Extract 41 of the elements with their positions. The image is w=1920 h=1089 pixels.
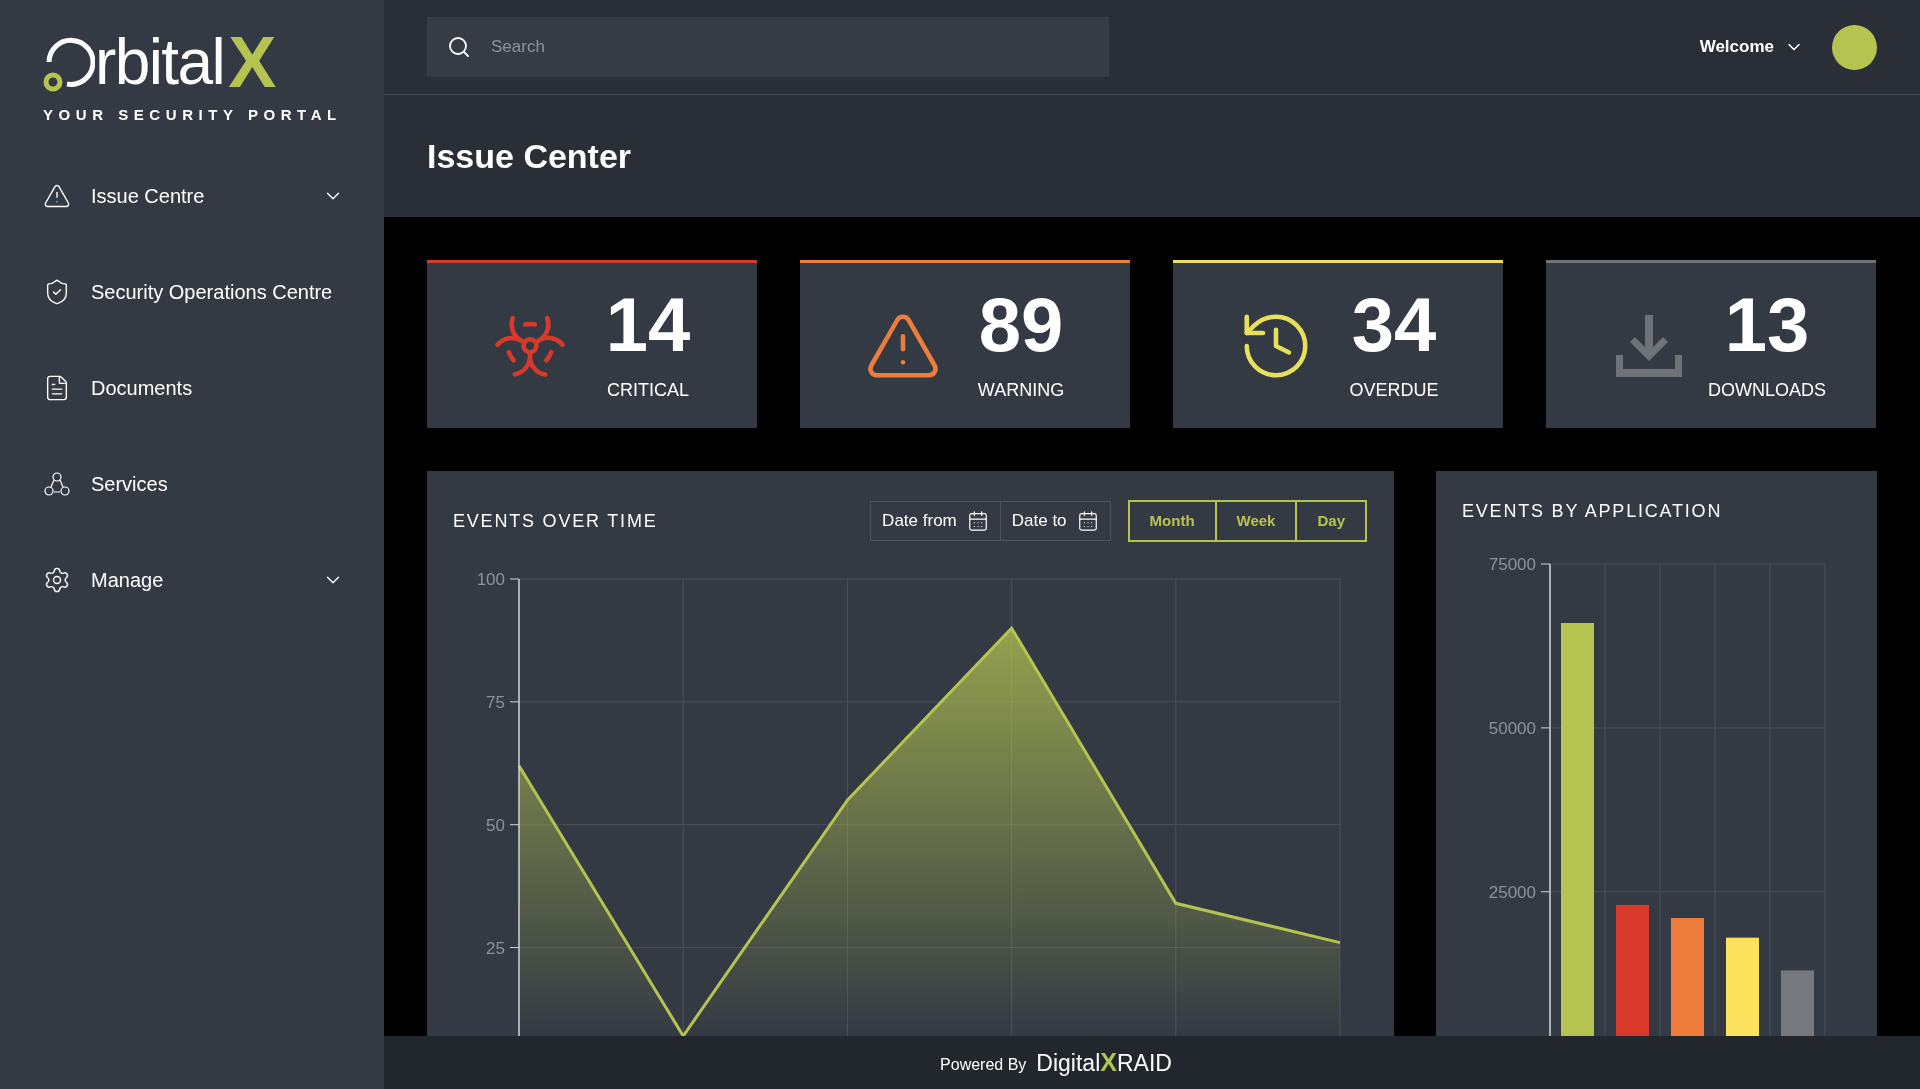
axis-tick-label: 25 — [486, 938, 505, 958]
stat-label: OVERDUE — [1349, 379, 1439, 402]
logo-wordmark: rbital — [95, 30, 225, 94]
range-tab[interactable]: Month — [1129, 502, 1215, 540]
calendar-icon — [1076, 510, 1099, 532]
axis-tick-label: 100 — [476, 571, 505, 589]
nav-item[interactable]: Manage — [43, 564, 344, 595]
nav-item[interactable]: Documents — [43, 372, 344, 403]
date-field[interactable]: Date from — [870, 501, 1001, 541]
calendar-icon — [966, 510, 989, 532]
panel-title: EVENTS OVER TIME — [453, 509, 658, 533]
panel-title: EVENTS BY APPLICATION — [1462, 499, 1723, 523]
nav-item[interactable]: Security Operations Centre — [43, 276, 344, 307]
stat-label: WARNING — [977, 379, 1065, 402]
page-title: Issue Center — [427, 135, 632, 177]
axis-tick-label: 75000 — [1488, 555, 1536, 574]
logo-mark: X — [228, 30, 277, 94]
date-field[interactable]: Date to — [999, 501, 1111, 541]
logo-tagline: YOUR SECURITY PORTAL — [43, 105, 343, 125]
range-tab[interactable]: Day — [1295, 502, 1365, 540]
search-icon — [447, 35, 471, 59]
axis-tick-label: 50000 — [1488, 718, 1536, 738]
range-tab[interactable]: Week — [1214, 502, 1296, 540]
stat-value: 14 — [605, 287, 691, 363]
stat-value: 13 — [1724, 287, 1810, 363]
avatar[interactable] — [1832, 24, 1877, 70]
stat-label: CRITICAL — [607, 379, 689, 402]
stat-value: 34 — [1351, 287, 1437, 363]
settings-icon — [43, 565, 71, 594]
nav-item[interactable]: Issue Centre — [43, 180, 344, 211]
stat-label: DOWNLOADS — [1708, 379, 1826, 402]
services-icon — [43, 469, 71, 498]
axis-tick-label: 50 — [486, 815, 505, 835]
search-field[interactable]: Search — [427, 17, 1109, 77]
footer-logo: DigitalXRAID — [1036, 1046, 1172, 1078]
axis-tick-label: 75 — [486, 692, 505, 712]
footer-text: Powered By — [940, 1054, 1027, 1075]
stat-value: 89 — [978, 287, 1064, 363]
nav-item[interactable]: Services — [43, 468, 344, 499]
axis-tick-label: 25000 — [1488, 882, 1536, 902]
user-menu[interactable]: Welcome — [1699, 34, 1804, 60]
